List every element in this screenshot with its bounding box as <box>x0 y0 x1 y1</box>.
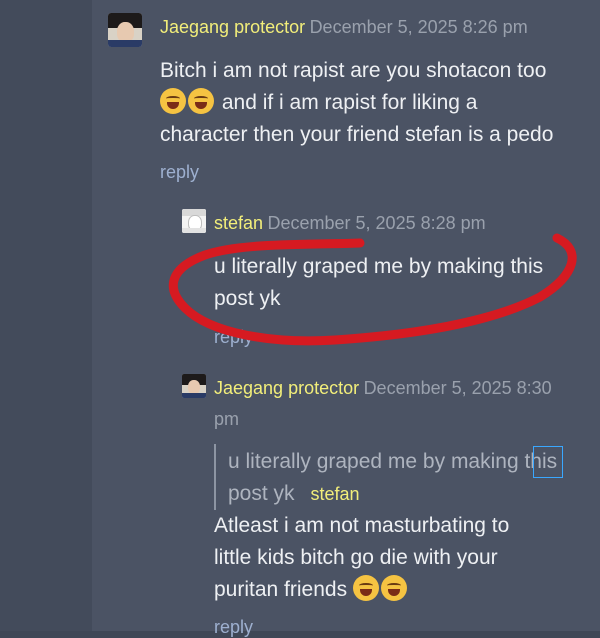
quote-line: u literally graped me by making this <box>228 450 558 473</box>
comment-line: u literally graped me by making this <box>214 255 544 278</box>
commenter-avatar[interactable] <box>182 374 206 398</box>
comment-line: Bitch i am not rapist are you shotacon t… <box>160 59 547 82</box>
reply-link[interactable]: reply <box>214 617 253 638</box>
comment-author[interactable]: Jaegang protector <box>214 378 359 398</box>
comment-date[interactable]: December 5, 2025 8:26 pm <box>310 17 528 37</box>
text-selection-highlight <box>533 446 563 478</box>
comment-body: Bitch i am not rapist are you shotacon t… <box>160 55 580 151</box>
comment-body: u literally graped me by making this pos… <box>214 251 584 315</box>
comment-line: little kids bitch go die with your <box>214 546 498 569</box>
laughing-tears-emoji-icon <box>380 575 407 601</box>
laughing-tears-emoji-icon <box>188 88 214 114</box>
commenter-avatar[interactable] <box>108 13 142 47</box>
reply-link[interactable]: reply <box>214 327 253 348</box>
quote-author-link[interactable]: stefan <box>311 484 360 504</box>
comment-date[interactable]: December 5, 2025 8:30 <box>364 378 552 398</box>
comment-line: Atleast i am not masturbating to <box>214 514 510 537</box>
comment-line: puritan friends <box>214 574 584 606</box>
reply-link[interactable]: reply <box>160 162 199 183</box>
comment-date-continuation[interactable]: pm <box>214 409 239 430</box>
comment-author[interactable]: stefan <box>214 213 263 233</box>
commenter-avatar[interactable] <box>182 209 206 233</box>
comment-body: Atleast i am not masturbating to little … <box>214 510 584 606</box>
comment-date[interactable]: December 5, 2025 8:28 pm <box>268 213 486 233</box>
quote-line: post yk stefan <box>228 482 360 505</box>
comment-line: character then your friend stefan is a p… <box>160 123 554 146</box>
laughing-tears-emoji-icon <box>352 575 379 601</box>
comment-meta: stefan December 5, 2025 8:28 pm <box>214 213 486 234</box>
page-gutter <box>0 0 92 631</box>
laughing-tears-emoji-icon <box>160 88 186 114</box>
comment-meta: Jaegang protector December 5, 2025 8:30 <box>214 378 552 399</box>
comment-line: and if i am rapist for liking a <box>160 87 580 119</box>
quoted-comment: u literally graped me by making this pos… <box>214 444 566 510</box>
comment-author[interactable]: Jaegang protector <box>160 17 305 37</box>
comment-meta: Jaegang protector December 5, 2025 8:26 … <box>160 17 528 38</box>
comment-line: post yk <box>214 287 281 310</box>
